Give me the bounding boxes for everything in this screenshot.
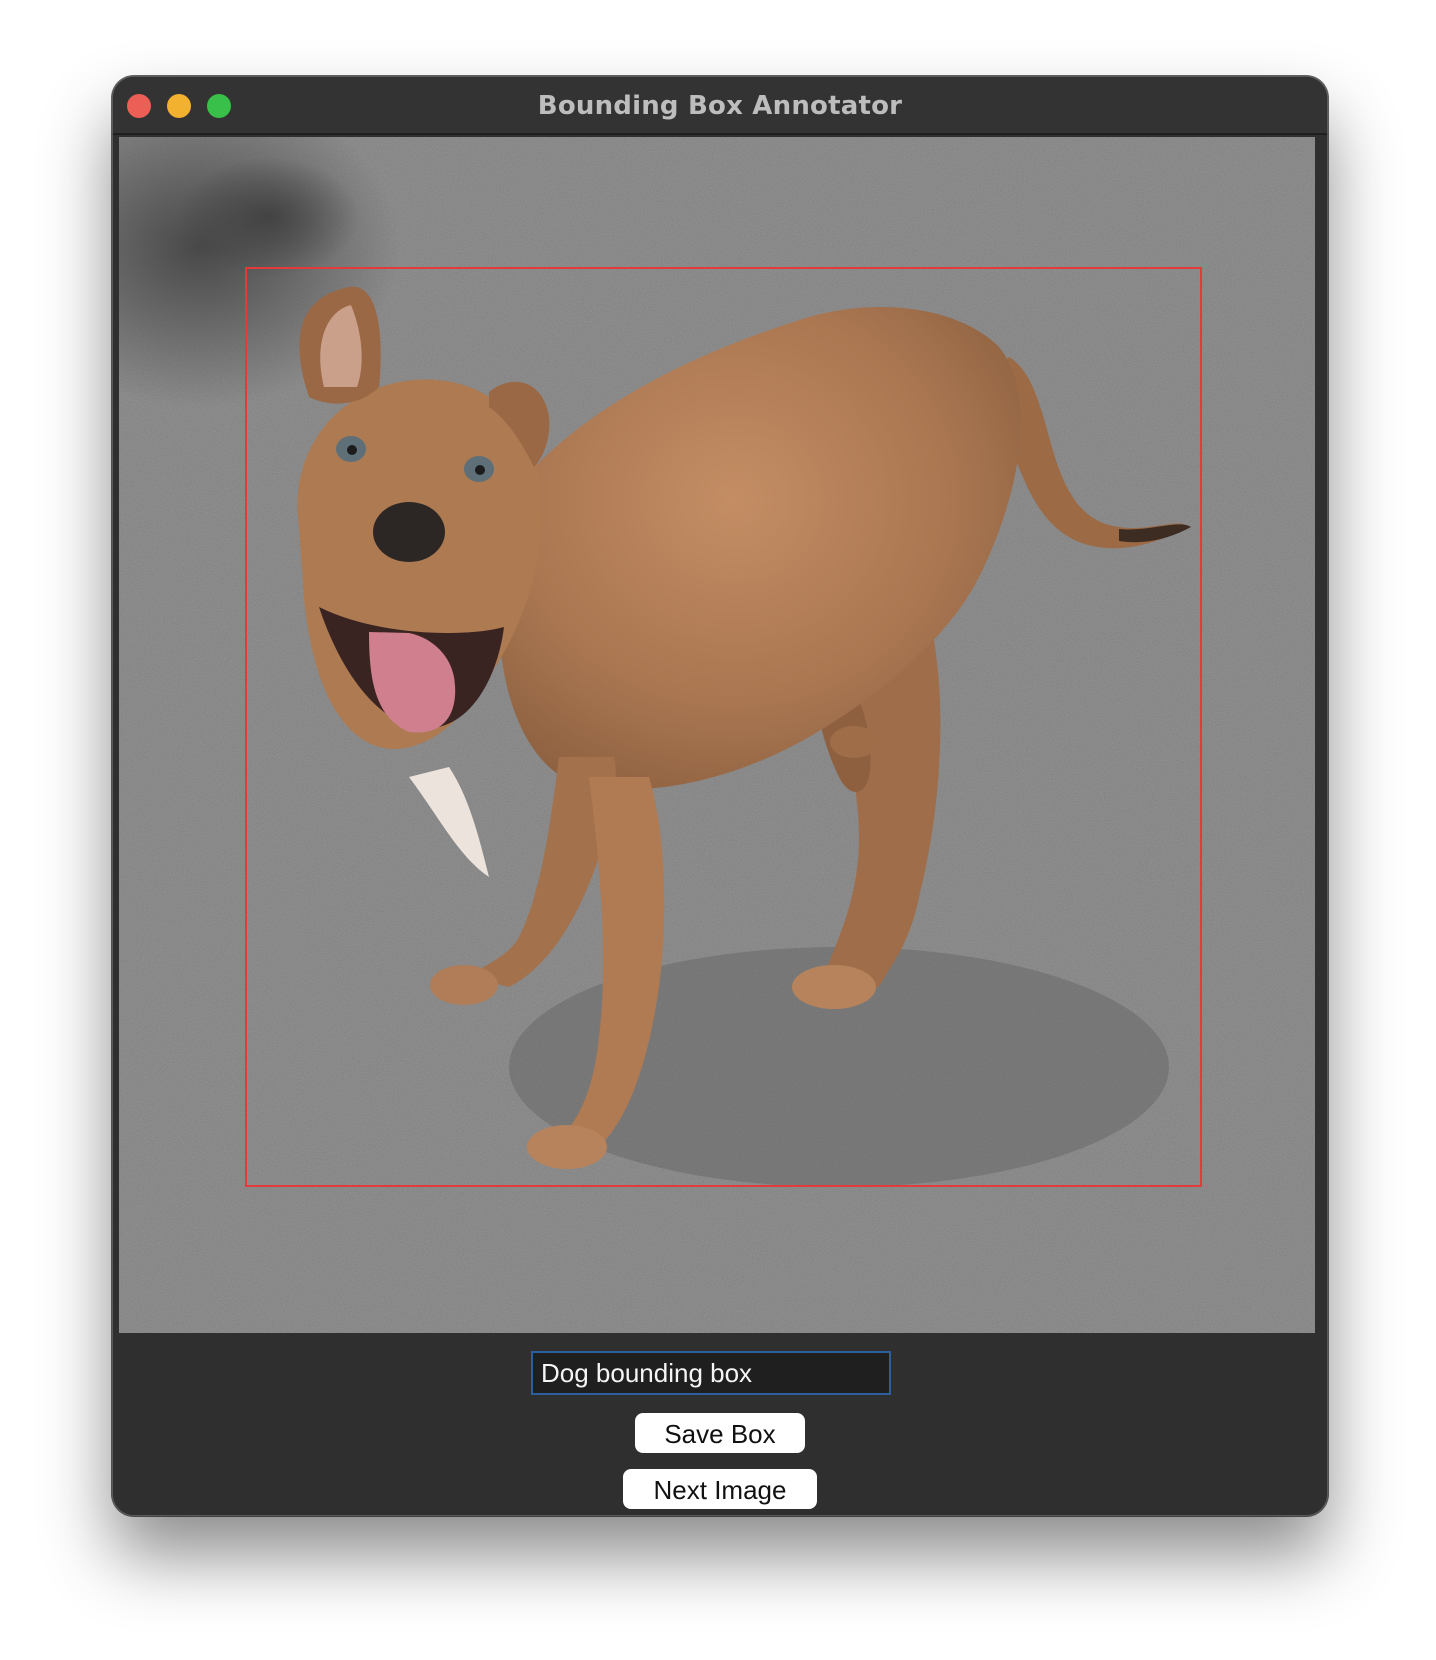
- next-image-button[interactable]: Next Image: [623, 1469, 817, 1509]
- box-label-input[interactable]: [531, 1351, 891, 1395]
- image-canvas-svg: [119, 137, 1315, 1333]
- dog-paw-back-left: [830, 726, 878, 758]
- save-box-button[interactable]: Save Box: [635, 1413, 805, 1453]
- wet-patch-small: [179, 157, 359, 277]
- dog-paw-front-right: [527, 1125, 607, 1169]
- app-window: Bounding Box Annotator Dog bounding box …: [112, 76, 1328, 1516]
- annotation-canvas[interactable]: [119, 137, 1315, 1333]
- dog-nose: [373, 502, 445, 562]
- controls-panel: Save Box Next Image: [113, 1333, 1327, 1515]
- dog-pupil-left: [347, 445, 357, 455]
- window-title: Bounding Box Annotator: [537, 91, 903, 121]
- dog-pupil-right: [475, 465, 485, 475]
- dog-paw-back-right: [792, 965, 876, 1009]
- title-bar[interactable]: Bounding Box Annotator: [113, 77, 1327, 135]
- dog-paw-front-left: [430, 965, 498, 1005]
